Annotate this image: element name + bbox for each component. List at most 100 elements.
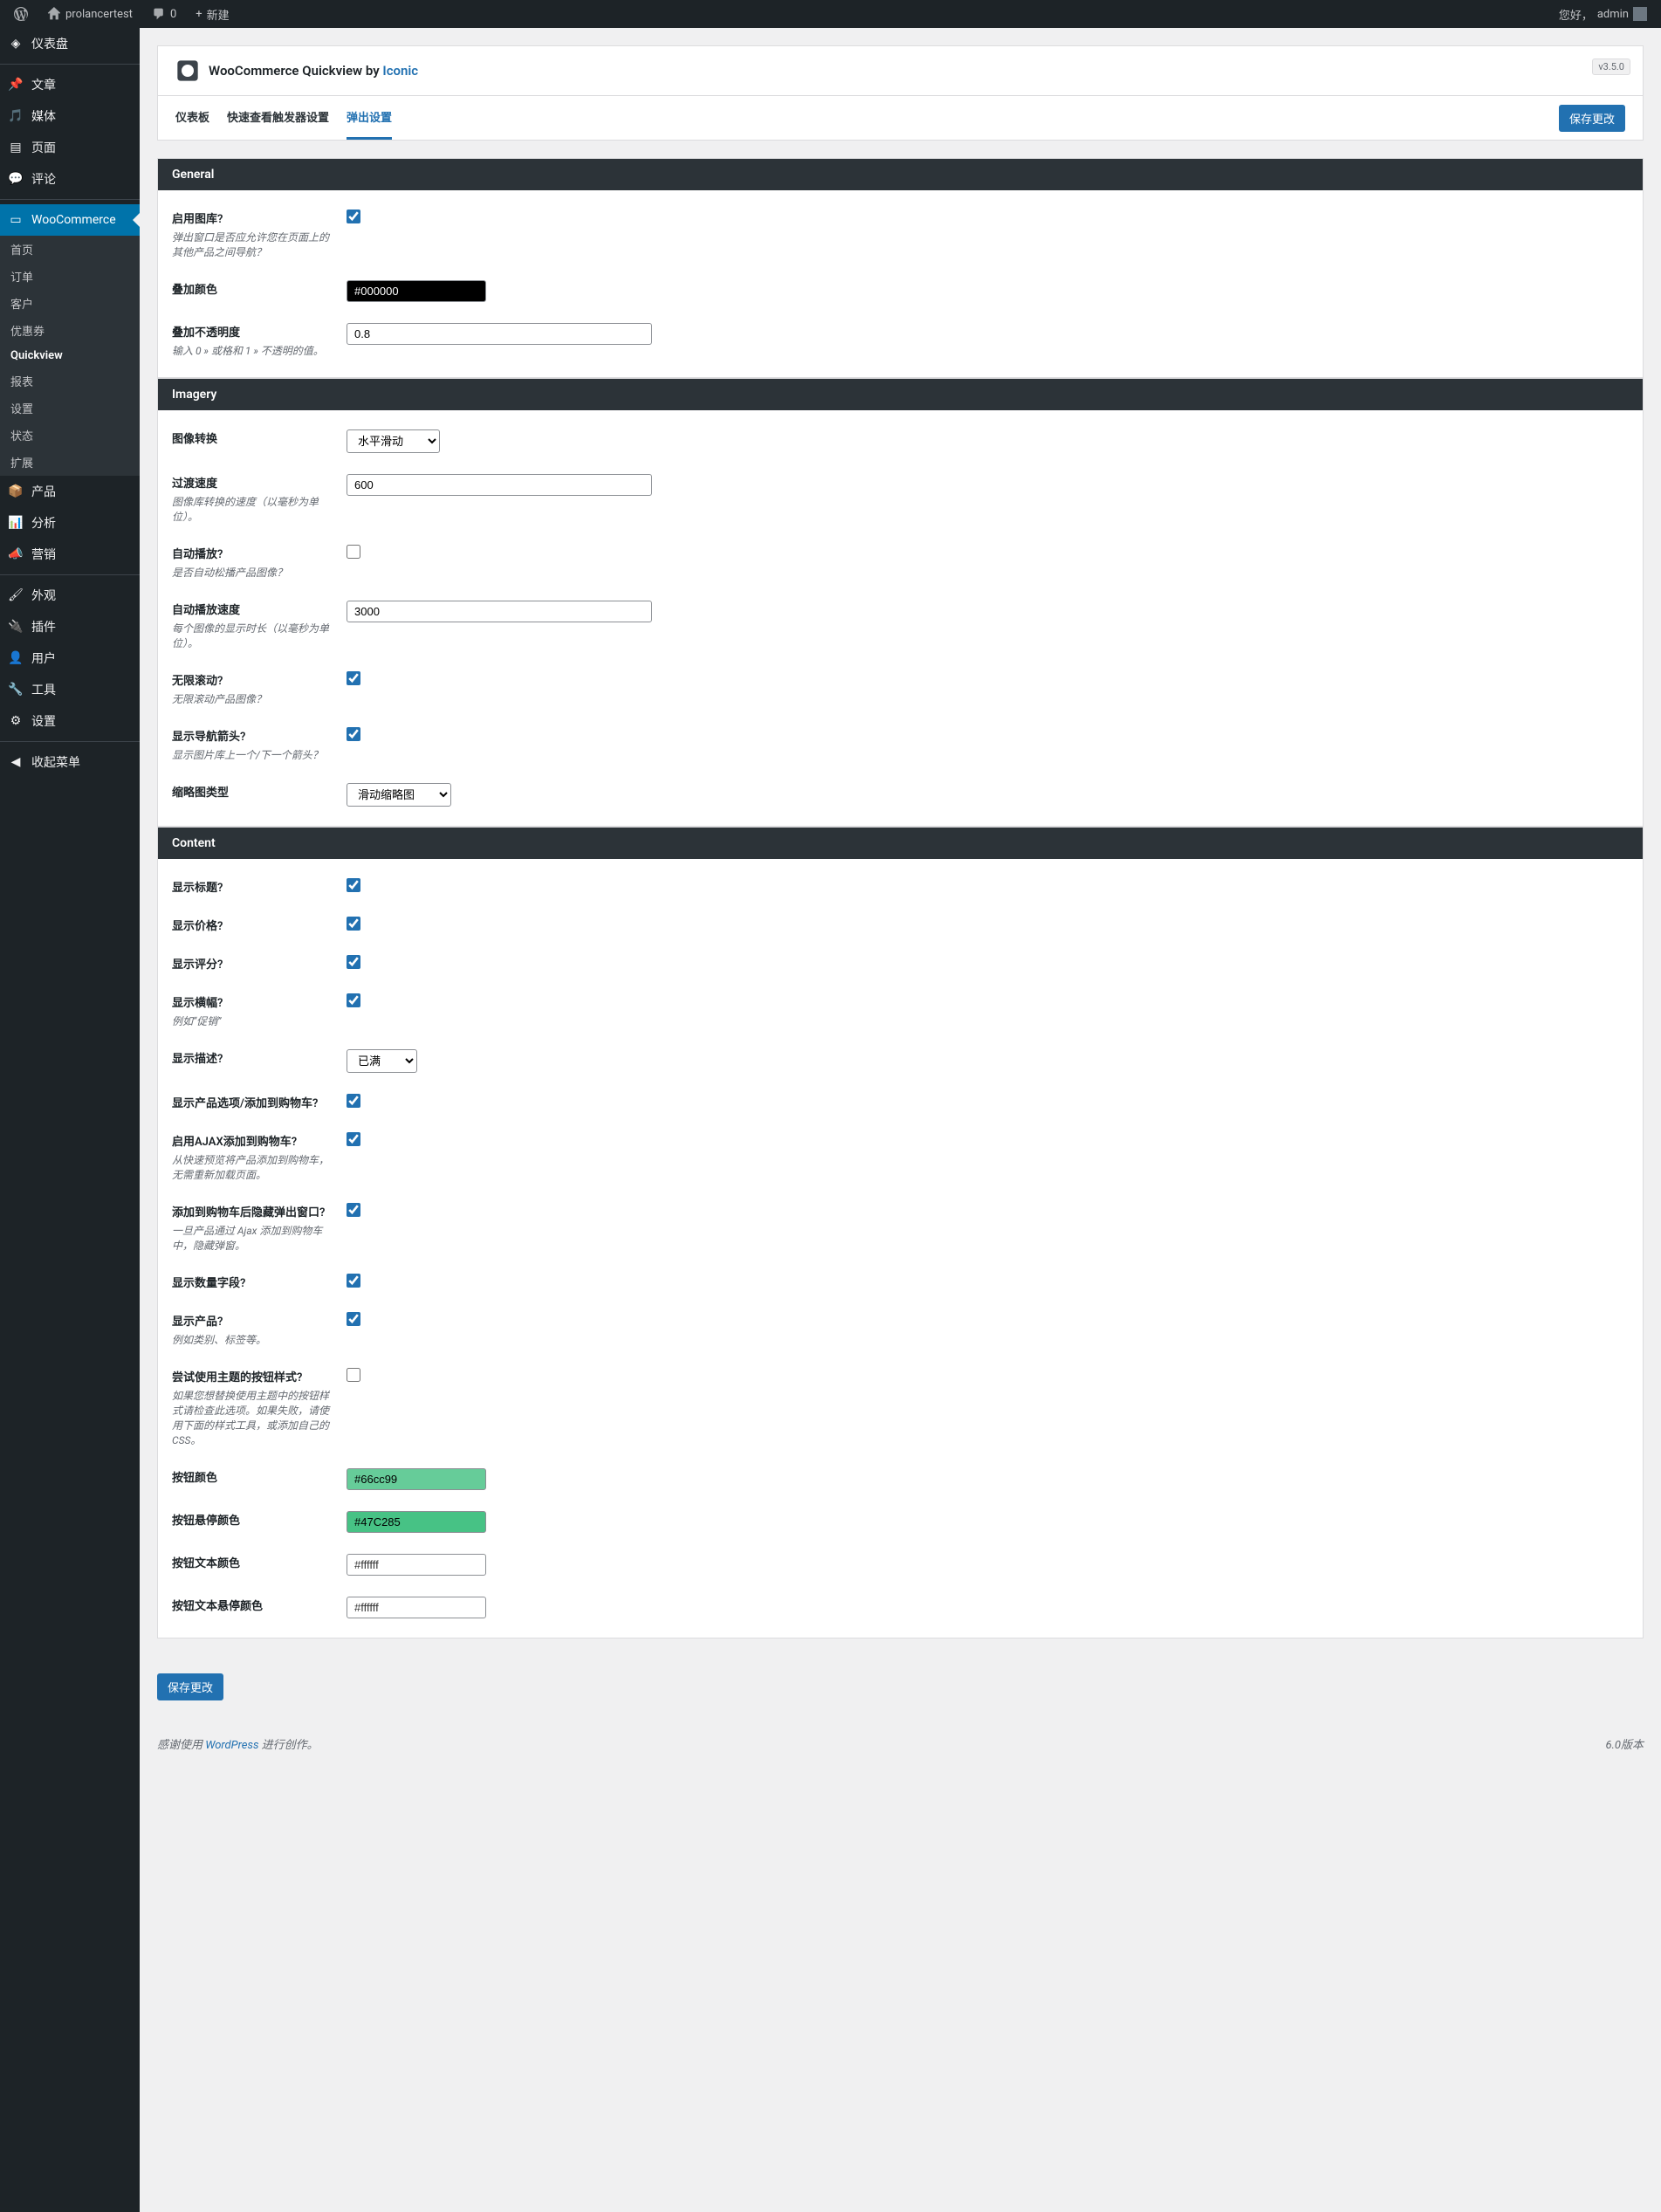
tab-trigger-settings[interactable]: 快速查看触发器设置 [227, 96, 329, 140]
section-imagery: Imagery图像转换水平滑动过渡速度图像库转换的速度（以毫秒为单位）。自动播放… [157, 378, 1644, 827]
input-show_desc[interactable]: 已满 [347, 1049, 417, 1073]
input-transition_speed[interactable] [347, 474, 652, 496]
sidebar-item-comments[interactable]: 💬评论 [0, 163, 140, 195]
sidebar-item-marketing[interactable]: 📣营销 [0, 539, 140, 570]
tab-dashboard[interactable]: 仪表板 [175, 96, 209, 140]
sidebar-item-analytics[interactable]: 📊分析 [0, 507, 140, 539]
sidebar-item-users[interactable]: 👤用户 [0, 642, 140, 674]
field-desc: 从快速预览将产品添加到购物车，无需重新加载页面。 [172, 1152, 329, 1182]
dashboard-icon: ◈ [7, 35, 24, 52]
sidebar-item-woocommerce[interactable]: ▭WooCommerce [0, 204, 140, 236]
input-enable_gallery[interactable] [347, 210, 360, 223]
comments-count[interactable]: 0 [145, 0, 183, 28]
input-hide_after_add[interactable] [347, 1203, 360, 1217]
my-account[interactable]: 您好，admin [1552, 0, 1654, 28]
tab-popup-settings[interactable]: 弹出设置 [347, 96, 392, 140]
comment-icon [152, 7, 166, 21]
field-label: 按钮文本颜色 [172, 1554, 347, 1576]
sidebar-item-plugins[interactable]: 🔌插件 [0, 611, 140, 642]
sub-item-extensions[interactable]: 扩展 [0, 449, 140, 476]
sub-item-status[interactable]: 状态 [0, 422, 140, 449]
field-label: 显示横幅?例如“促销” [172, 993, 347, 1028]
field-label: 缩略图类型 [172, 783, 347, 807]
input-overlay_opacity[interactable] [347, 323, 652, 345]
input-ajax_cart[interactable] [347, 1132, 360, 1146]
wordpress-link[interactable]: WordPress [205, 1739, 258, 1752]
input-image_transition[interactable]: 水平滑动 [347, 429, 440, 453]
sidebar-item-dashboard[interactable]: ◈仪表盘 [0, 28, 140, 59]
sidebar-item-settings[interactable]: ⚙设置 [0, 705, 140, 737]
wp-logo[interactable] [7, 0, 35, 28]
sidebar-item-products[interactable]: 📦产品 [0, 476, 140, 507]
save-button-bottom[interactable]: 保存更改 [157, 1673, 223, 1700]
input-autoplay_speed[interactable] [347, 601, 652, 622]
input-show_arrows[interactable] [347, 727, 360, 741]
section-header: Imagery [158, 379, 1643, 410]
field-row-btn_color: 按钮颜色 [158, 1458, 1643, 1501]
input-btn_hover[interactable] [347, 1511, 486, 1533]
footer-suffix: 进行创作。 [262, 1739, 319, 1752]
field-row-show_qty: 显示数量字段? [158, 1263, 1643, 1302]
sidebar-item-tools[interactable]: 🔧工具 [0, 674, 140, 705]
admin-sidebar: ◈仪表盘 📌文章 🎵媒体 ▤页面 💬评论 ▭WooCommerce 首页 订单 … [0, 28, 140, 2212]
marketing-icon: 📣 [7, 546, 24, 563]
input-show_rating[interactable] [347, 955, 360, 969]
field-label: 显示产品?例如类别、标签等。 [172, 1312, 347, 1347]
version-badge: v3.5.0 [1592, 58, 1630, 75]
field-desc: 一旦产品通过 Ajax 添加到购物车中，隐藏弹窗。 [172, 1223, 329, 1253]
plus-icon: + [196, 8, 202, 21]
field-label: 自动播放?是否自动松播产品图像？ [172, 545, 347, 580]
content-area: WooCommerce Quickview by Iconic v3.5.0 仪… [140, 28, 1661, 2212]
input-show_title[interactable] [347, 878, 360, 892]
field-label: 按钮颜色 [172, 1468, 347, 1490]
sub-item-home[interactable]: 首页 [0, 236, 140, 263]
field-row-theme_btn: 尝试使用主题的按钮样式?如果您想替换使用主题中的按钮样式请检查此选项。如果失败，… [158, 1357, 1643, 1458]
input-show_options[interactable] [347, 1094, 360, 1108]
input-btn_color[interactable] [347, 1468, 486, 1490]
woo-submenu: 首页 订单 客户 优惠券 Quickview 报表 设置 状态 扩展 [0, 236, 140, 476]
field-desc: 弹出窗口是否应允许您在页面上的其他产品之间导航？ [172, 230, 329, 259]
sidebar-item-collapse[interactable]: ◀收起菜单 [0, 746, 140, 778]
sidebar-item-pages[interactable]: ▤页面 [0, 132, 140, 163]
save-button-top[interactable]: 保存更改 [1559, 105, 1625, 132]
field-label: 启用图库?弹出窗口是否应允许您在页面上的其他产品之间导航？ [172, 210, 347, 259]
field-row-autoplay_speed: 自动播放速度每个图像的显示时长（以毫秒为单位）。 [158, 590, 1643, 661]
field-desc: 每个图像的显示时长（以毫秒为单位）。 [172, 621, 329, 650]
input-show_price[interactable] [347, 917, 360, 931]
input-show_qty[interactable] [347, 1274, 360, 1288]
new-content[interactable]: +新建 [189, 0, 236, 28]
site-name[interactable]: prolancertest [40, 0, 140, 28]
sub-item-coupons[interactable]: 优惠券 [0, 317, 140, 344]
media-icon: 🎵 [7, 107, 24, 125]
sidebar-item-posts[interactable]: 📌文章 [0, 69, 140, 100]
sub-item-settings[interactable]: 设置 [0, 395, 140, 422]
field-label: 过渡速度图像库转换的速度（以毫秒为单位）。 [172, 474, 347, 524]
sub-item-quickview[interactable]: Quickview [0, 344, 140, 368]
sidebar-item-media[interactable]: 🎵媒体 [0, 100, 140, 132]
section-header: General [158, 159, 1643, 190]
input-btn_text[interactable] [347, 1554, 486, 1576]
input-thumb_type[interactable]: 滑动缩略图 [347, 783, 451, 807]
section-general: General 启用图库?弹出窗口是否应允许您在页面上的其他产品之间导航？ 叠加颜色… [157, 158, 1644, 378]
input-show_product[interactable] [347, 1312, 360, 1326]
input-show_banner[interactable] [347, 993, 360, 1007]
input-infinite_scroll[interactable] [347, 671, 360, 685]
input-btn_text_hover[interactable] [347, 1597, 486, 1618]
field-row-infinite_scroll: 无限滚动?无限滚动产品图像？ [158, 661, 1643, 717]
field-label: 添加到购物车后隐藏弹出窗口?一旦产品通过 Ajax 添加到购物车中，隐藏弹窗。 [172, 1203, 347, 1253]
field-row-show_title: 显示标题? [158, 868, 1643, 906]
sub-item-orders[interactable]: 订单 [0, 263, 140, 290]
field-label: 按钮悬停颜色 [172, 1511, 347, 1533]
field-row-show_desc: 显示描述?已满 [158, 1039, 1643, 1083]
input-overlay_color[interactable] [347, 280, 486, 302]
input-autoplay[interactable] [347, 545, 360, 559]
sub-item-customers[interactable]: 客户 [0, 290, 140, 317]
brand-link[interactable]: Iconic [382, 63, 418, 79]
sidebar-item-appearance[interactable]: 🖌外观 [0, 580, 140, 611]
input-theme_btn[interactable] [347, 1368, 360, 1382]
iconic-logo-icon [175, 58, 200, 83]
field-row-overlay_color: 叠加颜色 [158, 270, 1643, 313]
sub-item-reports[interactable]: 报表 [0, 368, 140, 395]
field-row-btn_text_hover: 按钮文本悬停颜色 [158, 1586, 1643, 1629]
woo-icon: ▭ [7, 211, 24, 229]
